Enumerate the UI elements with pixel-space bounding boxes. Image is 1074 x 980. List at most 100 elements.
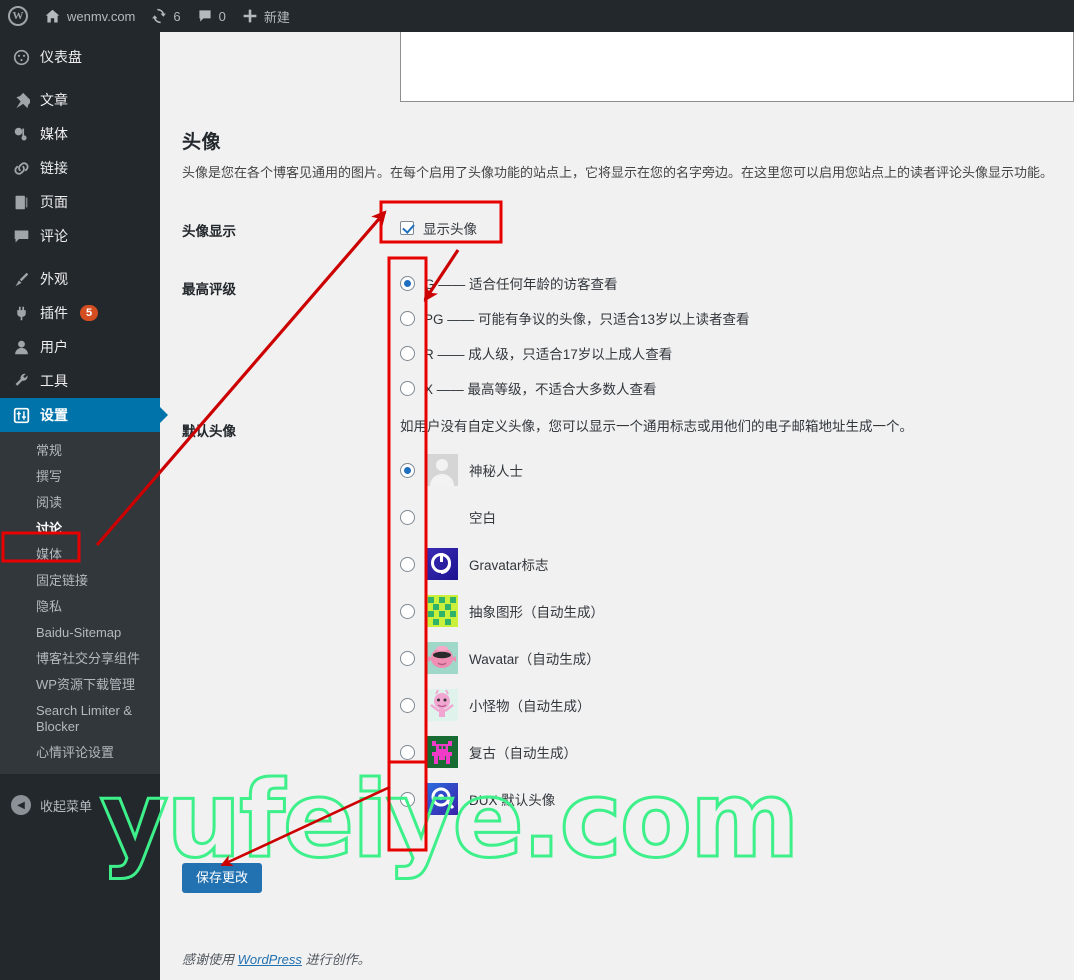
identicon-avatar-icon: [426, 595, 458, 627]
submenu-item-permalinks[interactable]: 固定链接: [0, 568, 160, 594]
submenu-item-writing[interactable]: 撰写: [0, 464, 160, 490]
dashboard-icon: [11, 47, 31, 67]
avatar-option-mystery[interactable]: 神秘人士: [400, 454, 1060, 486]
site-name-menu[interactable]: wenmv.com: [36, 0, 143, 32]
admin-footer: 感谢使用 WordPress 进行创作。: [182, 949, 371, 968]
page-title: 头像: [182, 132, 222, 153]
new-content-menu[interactable]: 新建: [234, 0, 298, 32]
submenu-item-wp-download[interactable]: WP资源下载管理: [0, 672, 160, 698]
rating-radio-x[interactable]: [400, 380, 415, 396]
avatar-option-blank[interactable]: 空白: [400, 501, 1060, 533]
submenu-item-media[interactable]: 媒体: [0, 542, 160, 568]
avatar-option-label: 抽象图形（自动生成）: [469, 605, 604, 620]
media-icon: [11, 124, 31, 144]
comments-menu[interactable]: 0: [189, 0, 234, 32]
section-description: 头像是您在各个博客见通用的图片。在每个启用了头像功能的站点上，它将显示在您的名字…: [182, 165, 1054, 180]
updates-menu[interactable]: 6: [143, 0, 188, 32]
sidebar-item-label: 评论: [40, 228, 68, 244]
sidebar-item-settings[interactable]: 设置: [0, 398, 160, 432]
show-avatars-checkbox-row[interactable]: 显示头像: [400, 218, 477, 238]
sidebar-item-dashboard[interactable]: 仪表盘: [0, 40, 160, 74]
wordpress-admin-screen: wenmv.com 6 0: [0, 0, 1074, 980]
plugins-update-badge: 5: [80, 305, 99, 321]
rating-option-label: R —— 成人级，只适合17岁以上成人查看: [424, 347, 673, 362]
settings-icon: [11, 405, 31, 425]
submenu-item-baidu-sitemap[interactable]: Baidu-Sitemap: [0, 620, 160, 646]
wp-logo-menu[interactable]: [0, 0, 36, 32]
avatar-option-monster[interactable]: 小怪物（自动生成）: [400, 689, 1060, 721]
sidebar-item-media[interactable]: 媒体: [0, 117, 160, 151]
submenu-item-mood-comment[interactable]: 心情评论设置: [0, 740, 160, 766]
avatar-option-dux[interactable]: DUX 默认头像: [400, 783, 1060, 815]
submenu-item-general[interactable]: 常规: [0, 438, 160, 464]
save-changes-button[interactable]: 保存更改: [182, 863, 263, 893]
sidebar-item-comments[interactable]: 评论: [0, 219, 160, 253]
menu-separator: [0, 74, 160, 83]
sidebar-item-links[interactable]: 链接: [0, 151, 160, 185]
submenu-item-reading[interactable]: 阅读: [0, 490, 160, 516]
avatar-option-gravatar[interactable]: Gravatar标志: [400, 548, 1060, 580]
sidebar-item-posts[interactable]: 文章: [0, 83, 160, 117]
chevron-left-icon: ◀: [11, 795, 31, 815]
submenu-item-privacy[interactable]: 隐私: [0, 594, 160, 620]
sidebar-item-label: 文章: [40, 92, 68, 108]
plus-icon: [242, 8, 258, 24]
rating-option-g[interactable]: G —— 适合任何年龄的访客查看: [400, 273, 750, 293]
rating-option-label: G —— 适合任何年龄的访客查看: [424, 277, 618, 292]
submenu-item-discussion[interactable]: 讨论: [0, 516, 160, 542]
default-avatar-field: 如用户没有自定义头像，您可以显示一个通用标志或用他们的电子邮箱地址生成一个。 神…: [400, 418, 1060, 815]
wordpress-link[interactable]: WordPress: [238, 952, 302, 967]
sidebar-item-label: 仪表盘: [40, 49, 82, 65]
comment-icon: [11, 226, 31, 246]
sidebar-item-plugins[interactable]: 插件 5: [0, 296, 160, 330]
avatar-option-label: Wavatar（自动生成）: [469, 652, 600, 667]
rating-radio-r[interactable]: [400, 345, 415, 361]
avatar-display-label: 头像显示: [182, 224, 236, 239]
rating-radio-pg[interactable]: [400, 310, 415, 326]
avatar-option-identicon[interactable]: 抽象图形（自动生成）: [400, 595, 1060, 627]
sidebar-item-tools[interactable]: 工具: [0, 364, 160, 398]
sidebar-item-users[interactable]: 用户: [0, 330, 160, 364]
sidebar-item-label: 链接: [40, 160, 68, 176]
save-button-wrap: 保存更改: [182, 863, 263, 893]
rating-option-x[interactable]: X —— 最高等级，不适合大多数人查看: [400, 378, 750, 398]
rating-option-pg[interactable]: PG —— 可能有争议的头像，只适合13岁以上读者查看: [400, 308, 750, 328]
rating-option-label: PG —— 可能有争议的头像，只适合13岁以上读者查看: [424, 312, 750, 327]
settings-submenu: 常规 撰写 阅读 讨论 媒体 固定链接 隐私 Baidu-Sitemap 博客社…: [0, 432, 160, 774]
sidebar-item-label: 页面: [40, 194, 68, 210]
site-name-label: wenmv.com: [67, 8, 136, 24]
home-icon: [44, 8, 61, 25]
footer-suffix: 进行创作。: [301, 952, 371, 967]
collapse-menu-button[interactable]: ◀ 收起菜单: [0, 788, 160, 822]
blank-avatar-icon: [426, 501, 458, 533]
default-avatar-description: 如用户没有自定义头像，您可以显示一个通用标志或用他们的电子邮箱地址生成一个。: [400, 419, 913, 434]
avatar-radio-dux[interactable]: [400, 791, 415, 807]
avatar-option-wavatar[interactable]: Wavatar（自动生成）: [400, 642, 1060, 674]
max-rating-field: G —— 适合任何年龄的访客查看 PG —— 可能有争议的头像，只适合13岁以上…: [400, 273, 750, 413]
sidebar-item-appearance[interactable]: 外观: [0, 262, 160, 296]
sidebar-item-label: 外观: [40, 271, 68, 287]
avatar-radio-retro[interactable]: [400, 744, 415, 760]
avatar-option-retro[interactable]: 复古（自动生成）: [400, 736, 1060, 768]
avatar-radio-wavatar[interactable]: [400, 650, 415, 666]
sidebar-item-pages[interactable]: 页面: [0, 185, 160, 219]
submenu-item-social-share[interactable]: 博客社交分享组件: [0, 646, 160, 672]
brush-icon: [11, 269, 31, 289]
avatar-radio-mystery[interactable]: [400, 462, 415, 478]
rating-radio-g[interactable]: [400, 275, 415, 291]
wrench-icon: [11, 371, 31, 391]
avatar-radio-monster[interactable]: [400, 697, 415, 713]
avatar-display-field: 显示头像: [400, 218, 477, 238]
submenu-item-search-limiter[interactable]: Search Limiter & Blocker: [0, 698, 160, 740]
rating-option-label: X —— 最高等级，不适合大多数人查看: [424, 382, 657, 397]
avatar-radio-blank[interactable]: [400, 509, 415, 525]
avatar-radio-gravatar[interactable]: [400, 556, 415, 572]
sidebar-item-label: 插件: [40, 305, 68, 321]
sidebar-item-label: 用户: [40, 339, 68, 355]
previous-setting-textarea[interactable]: [400, 32, 1074, 102]
show-avatars-checkbox[interactable]: [400, 221, 414, 235]
rating-option-r[interactable]: R —— 成人级，只适合17岁以上成人查看: [400, 343, 750, 363]
avatar-radio-identicon[interactable]: [400, 603, 415, 619]
show-avatars-label: 显示头像: [423, 222, 477, 237]
gravatar-logo-icon: [426, 548, 458, 580]
